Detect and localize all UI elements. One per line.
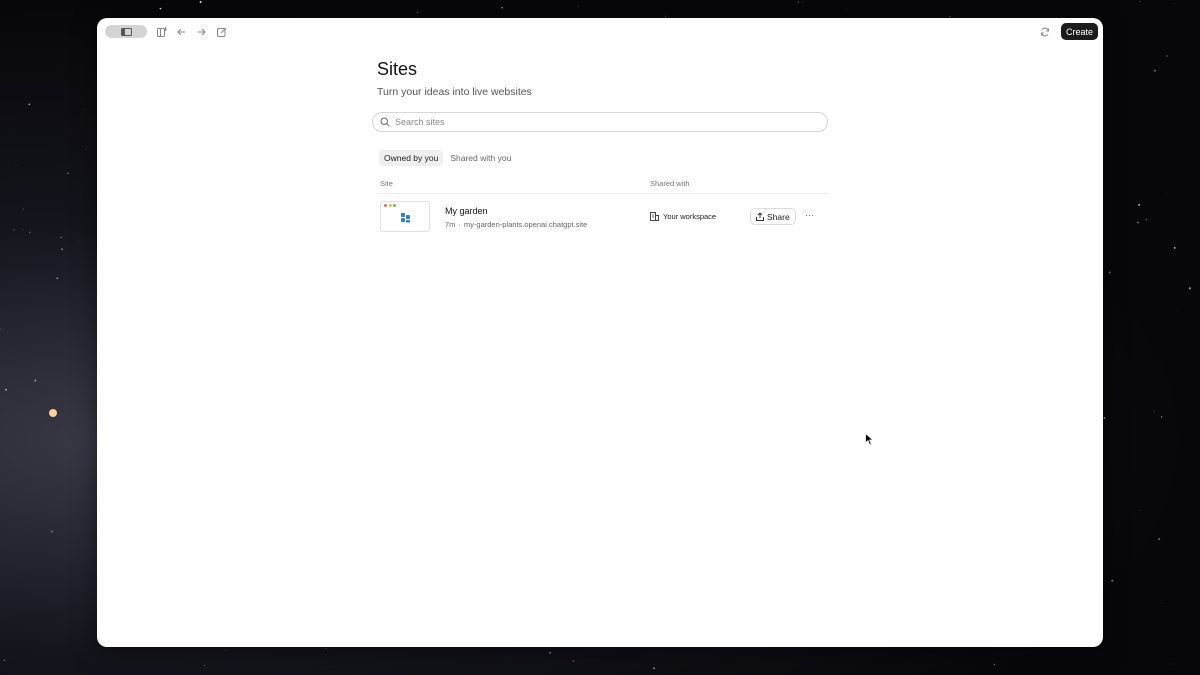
refresh-icon bbox=[1041, 27, 1049, 37]
shared-with-label: Your workspace bbox=[663, 212, 717, 221]
site-thumbnail[interactable] bbox=[380, 201, 430, 232]
forward-button[interactable] bbox=[194, 25, 208, 39]
tab-owned-by-you[interactable]: Owned by you bbox=[379, 150, 444, 166]
new-window-icon bbox=[157, 27, 167, 37]
compose-icon bbox=[217, 27, 227, 37]
search-icon bbox=[380, 117, 390, 127]
share-button[interactable]: Share bbox=[750, 208, 796, 225]
share-upload-icon bbox=[756, 212, 764, 221]
tab-shared-with-you[interactable]: Shared with you bbox=[445, 150, 516, 166]
table-divider bbox=[377, 193, 830, 194]
share-label: Share bbox=[767, 211, 790, 222]
sidebar-toggle-button[interactable] bbox=[105, 25, 147, 38]
window-dots bbox=[384, 204, 396, 207]
arrow-right-icon bbox=[197, 28, 206, 36]
sidebar-toggle-icon bbox=[120, 27, 132, 36]
site-meta: 7m · my-garden-plants.openai.chatgpt.sit… bbox=[445, 220, 587, 229]
tab-bar: Owned by you Shared with you bbox=[379, 150, 516, 166]
site-domain: my-garden-plants.openai.chatgpt.site bbox=[463, 220, 588, 229]
building-icon bbox=[650, 212, 659, 221]
back-button[interactable] bbox=[174, 25, 188, 39]
column-header-site[interactable]: Site bbox=[380, 179, 393, 188]
meta-separator: · bbox=[458, 220, 461, 229]
compose-button[interactable] bbox=[215, 25, 229, 39]
new-window-button[interactable] bbox=[155, 25, 169, 39]
site-name[interactable]: My garden bbox=[445, 206, 488, 216]
arrow-left-icon bbox=[176, 28, 185, 36]
search-input[interactable]: Search sites bbox=[372, 112, 828, 132]
app-window: Create Sites Turn your ideas into live w… bbox=[97, 18, 1103, 647]
create-button[interactable]: Create bbox=[1060, 23, 1098, 40]
toolbar: Create bbox=[97, 18, 1103, 46]
shared-with-cell: Your workspace bbox=[650, 212, 716, 221]
site-grid-icon bbox=[401, 213, 410, 223]
mouse-cursor-icon bbox=[865, 433, 874, 446]
column-header-shared-with[interactable]: Shared with bbox=[650, 179, 690, 188]
more-options-button[interactable]: ··· bbox=[805, 210, 814, 220]
site-age: 7m bbox=[445, 220, 456, 229]
refresh-button[interactable] bbox=[1038, 25, 1052, 39]
page-title: Sites bbox=[377, 59, 418, 79]
page-subtitle: Turn your ideas into live websites bbox=[377, 86, 532, 98]
search-placeholder: Search sites bbox=[395, 117, 445, 127]
